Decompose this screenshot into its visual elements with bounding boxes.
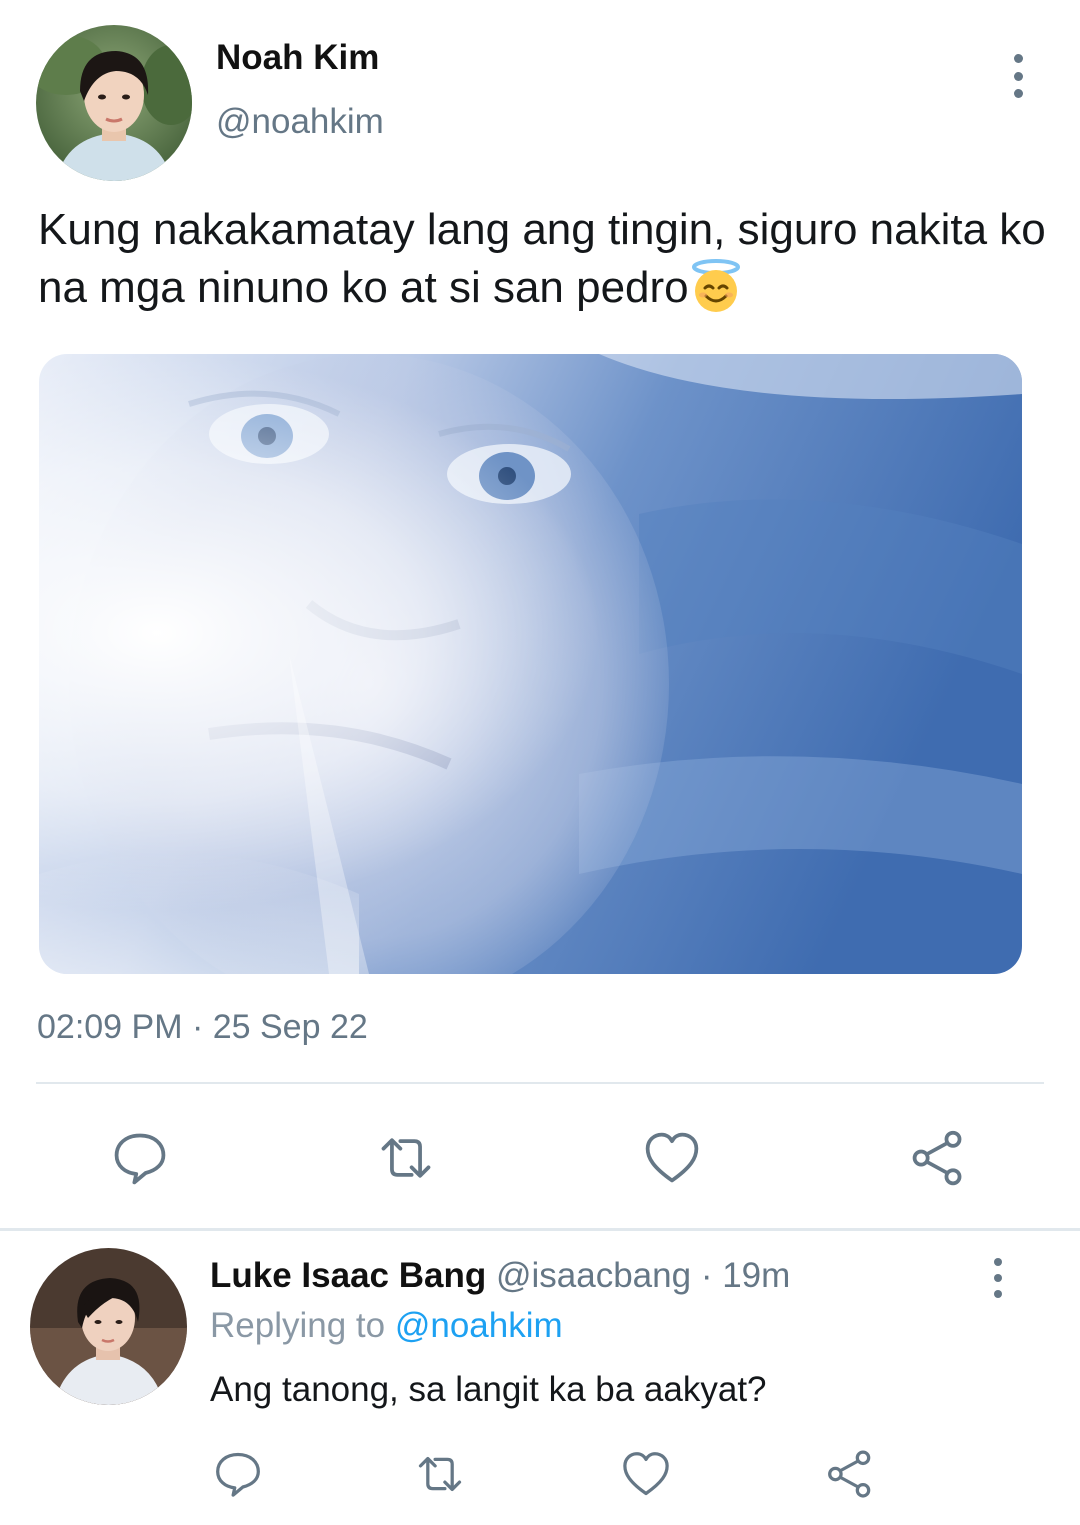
author-name[interactable]: Noah Kim — [216, 38, 379, 78]
divider — [0, 1228, 1080, 1231]
retweet-icon[interactable] — [374, 1126, 438, 1190]
replying-to: Replying to @noahkim — [210, 1306, 563, 1346]
replying-to-handle-link[interactable]: @noahkim — [395, 1306, 563, 1345]
reply-separator: · — [700, 1256, 713, 1295]
divider — [36, 1082, 1044, 1084]
retweet-icon[interactable] — [412, 1446, 468, 1502]
reply-author-avatar[interactable] — [30, 1248, 187, 1405]
tweet-text: Kung nakakamatay lang ang tingin, siguro… — [38, 202, 1048, 316]
avatar-photo — [30, 1248, 187, 1405]
smiling-face-with-halo-icon — [689, 258, 743, 314]
share-icon[interactable] — [906, 1126, 970, 1190]
avatar-photo — [36, 25, 192, 181]
reply-author-name[interactable]: Luke Isaac Bang — [210, 1256, 486, 1295]
tweet-timestamp: 02:09 PM · 25 Sep 22 — [37, 1008, 368, 1046]
heavenly-face-image — [39, 354, 1022, 974]
share-icon[interactable] — [822, 1446, 878, 1502]
reply-time: 19m — [722, 1256, 791, 1295]
like-icon[interactable] — [640, 1126, 704, 1190]
reply-text: Ang tanong, sa langit ka ba aakyat? — [210, 1370, 767, 1409]
like-icon[interactable] — [618, 1446, 674, 1502]
reply-icon[interactable] — [108, 1126, 172, 1190]
tweet-text-body: Kung nakakamatay lang ang tingin, siguro… — [38, 205, 1046, 312]
author-avatar[interactable] — [36, 25, 192, 181]
reply-header: Luke Isaac Bang @isaacbang · 19m — [210, 1256, 790, 1296]
tweet-media-image[interactable] — [39, 354, 1022, 974]
more-options-icon[interactable] — [1000, 54, 1036, 98]
replying-to-label: Replying to — [210, 1306, 386, 1345]
reply-icon[interactable] — [210, 1446, 266, 1502]
author-handle[interactable]: @noahkim — [216, 102, 384, 142]
reply-author-handle[interactable]: @isaacbang — [496, 1256, 691, 1295]
more-options-icon[interactable] — [982, 1258, 1014, 1298]
